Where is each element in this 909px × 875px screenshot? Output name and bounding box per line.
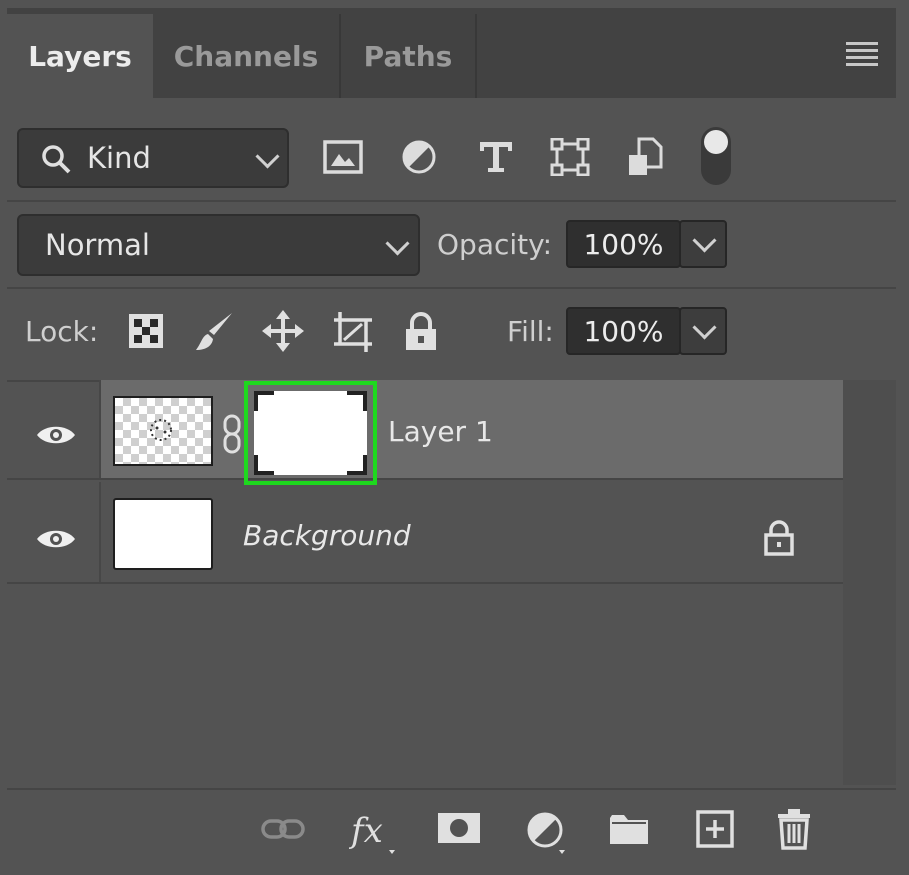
blend-mode-value: Normal	[45, 228, 150, 262]
fill-input[interactable]: 100%	[566, 307, 681, 355]
layer-lock-icon[interactable]	[764, 520, 794, 556]
divider	[7, 287, 896, 289]
filter-kind-dropdown[interactable]: Kind	[17, 128, 289, 188]
smart-object-filter-icon[interactable]	[627, 137, 663, 177]
tab-layers[interactable]: Layers	[7, 14, 153, 98]
new-group-folder-icon[interactable]	[608, 812, 650, 846]
lock-all-icon[interactable]	[404, 312, 438, 352]
blend-mode-dropdown[interactable]: Normal	[17, 214, 420, 276]
panel-menu-icon[interactable]	[846, 42, 878, 68]
divider	[7, 200, 896, 202]
filter-kind-label: Kind	[87, 141, 151, 175]
layer-thumbnail[interactable]	[113, 396, 213, 466]
adjustment-filter-icon[interactable]	[401, 139, 437, 175]
panel-tab-bar: Layers Channels Paths	[7, 8, 896, 98]
mask-selected-brackets-icon	[254, 391, 367, 475]
filter-toggle-switch[interactable]	[701, 127, 731, 185]
new-layer-icon[interactable]	[696, 810, 734, 848]
layer-thumbnail[interactable]	[113, 498, 213, 570]
mask-highlight-box	[244, 381, 377, 485]
lock-image-pixels-icon[interactable]	[192, 310, 236, 354]
layer-row-layer-1[interactable]: Layer 1	[7, 380, 845, 485]
layer-name[interactable]: Background	[243, 519, 411, 552]
column-divider	[99, 482, 101, 582]
layer-mask-thumbnail[interactable]	[254, 391, 367, 475]
opacity-dropdown-button[interactable]	[679, 220, 727, 268]
bottom-toolbar: fx	[7, 788, 896, 868]
layer-name[interactable]: Layer 1	[388, 415, 493, 448]
pixel-filter-icon[interactable]	[323, 140, 363, 174]
lock-label: Lock:	[25, 315, 99, 348]
link-layers-icon[interactable]	[261, 818, 307, 840]
type-filter-icon[interactable]	[478, 140, 514, 174]
shape-filter-icon[interactable]	[550, 138, 590, 176]
svg-text:fx: fx	[349, 811, 383, 851]
opacity-label: Opacity:	[437, 228, 553, 261]
delete-layer-trash-icon[interactable]	[776, 808, 812, 850]
brush-marks-icon	[150, 419, 172, 441]
tab-paths[interactable]: Paths	[341, 14, 477, 98]
lock-transparent-pixels-icon[interactable]	[128, 313, 164, 349]
layer-row-background[interactable]: Background	[7, 482, 843, 584]
chevron-down-icon	[385, 231, 410, 256]
layer-style-fx-icon[interactable]: fx	[349, 810, 399, 856]
fill-dropdown-button[interactable]	[679, 307, 727, 355]
opacity-input[interactable]: 100%	[566, 220, 681, 268]
scrollbar-track[interactable]	[843, 380, 896, 785]
chevron-down-icon	[255, 144, 280, 169]
chevron-down-icon	[692, 315, 717, 340]
lock-artboard-icon[interactable]	[330, 310, 376, 354]
lock-position-icon[interactable]	[262, 310, 304, 352]
chain-link-icon[interactable]	[221, 414, 243, 454]
tab-channels[interactable]: Channels	[153, 14, 341, 98]
new-adjustment-layer-icon[interactable]	[525, 810, 573, 856]
add-mask-icon[interactable]	[437, 812, 481, 844]
visibility-eye-icon[interactable]	[35, 526, 77, 552]
toggle-knob	[704, 130, 728, 154]
visibility-eye-icon[interactable]	[35, 422, 77, 448]
chevron-down-icon	[692, 228, 717, 253]
search-icon	[42, 145, 71, 174]
fill-label: Fill:	[507, 315, 554, 348]
